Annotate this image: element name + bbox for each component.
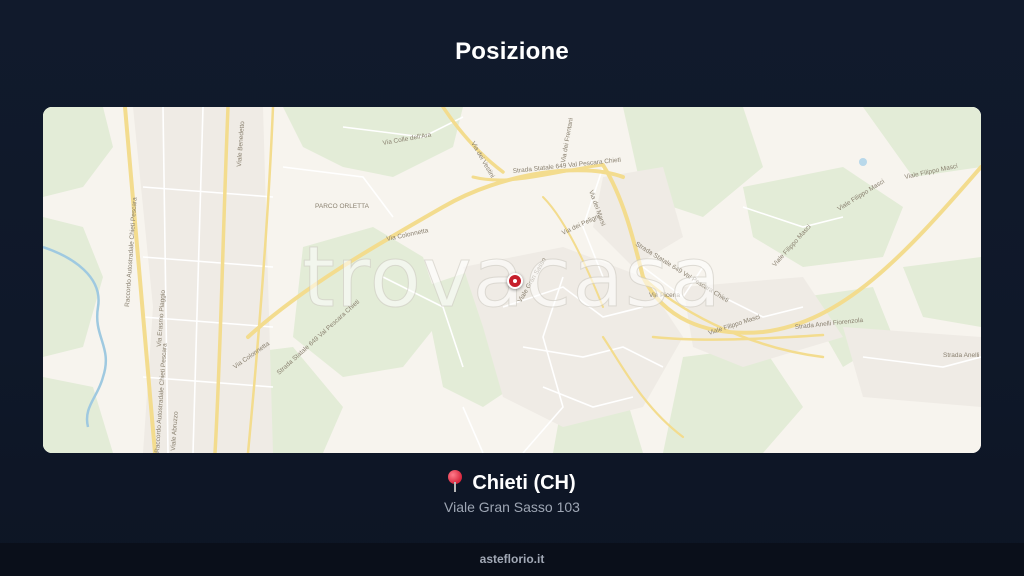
location-map[interactable]: Raccordo Autostradale Chieti Pescara Rac… [43,107,981,453]
road-label-via-picena: Via Picena [649,292,680,299]
location-address: Viale Gran Sasso 103 [444,499,580,515]
city-name: Chieti (CH) [472,472,576,494]
location-city: Chieti (CH) [0,470,1024,495]
page-title: Posizione [455,38,569,65]
location-marker[interactable] [507,273,523,289]
footer-site[interactable]: asteflorio.it [480,552,545,566]
footer: asteflorio.it [0,543,1024,576]
map-label-parco: PARCO ORLETTA [315,203,370,210]
road-label-strada-anelli-2: Strada Anelli [943,352,980,359]
round-pushpin-icon [448,470,463,492]
